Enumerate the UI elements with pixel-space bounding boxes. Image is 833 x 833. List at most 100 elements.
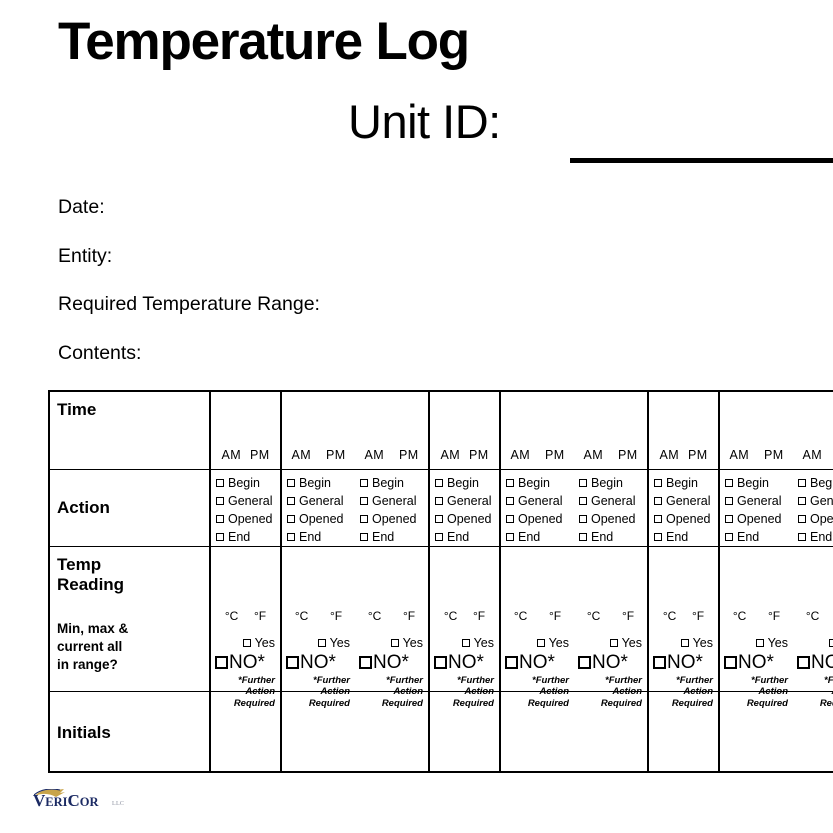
checkbox-row-no[interactable]: NO* — [574, 653, 642, 672]
checkbox-icon[interactable] — [360, 532, 368, 541]
checkbox-row-end[interactable]: End — [506, 529, 574, 547]
checkbox-icon[interactable] — [216, 496, 224, 505]
checkbox-row-end[interactable]: End — [725, 529, 793, 547]
checkbox-row-end[interactable]: End — [287, 529, 355, 547]
checkbox-icon[interactable] — [505, 655, 518, 669]
checkbox-row-no[interactable]: NO* — [430, 653, 494, 672]
checkbox-icon[interactable] — [579, 532, 587, 541]
checkbox-icon[interactable] — [536, 639, 545, 647]
checkbox-row-yes[interactable]: Yes — [574, 637, 642, 650]
checkbox-row-begin[interactable]: Begin — [725, 475, 793, 493]
checkbox-icon[interactable] — [654, 479, 662, 487]
checkbox-icon[interactable] — [360, 479, 368, 487]
checkbox-icon[interactable] — [654, 496, 662, 505]
checkbox-row-general[interactable]: General — [435, 493, 499, 511]
checkbox-row-general[interactable]: General — [287, 493, 355, 511]
initials-cell[interactable] — [793, 692, 833, 773]
checkbox-icon[interactable] — [653, 655, 666, 669]
checkbox-icon[interactable] — [216, 479, 224, 487]
checkbox-row-end[interactable]: End — [579, 529, 647, 547]
checkbox-row-begin[interactable]: Begin — [360, 475, 428, 493]
field-entity[interactable]: Entity: — [58, 246, 658, 267]
action-cell[interactable]: Begin General Opened End — [430, 470, 499, 546]
checkbox-icon[interactable] — [506, 496, 514, 505]
checkbox-icon[interactable] — [360, 514, 368, 523]
action-cell[interactable]: Begin General Opened End — [355, 470, 428, 546]
time-cell[interactable]: AM PM — [355, 392, 428, 469]
checkbox-row-begin[interactable]: Begin — [506, 475, 574, 493]
checkbox-row-yes[interactable]: Yes — [282, 637, 350, 650]
checkbox-icon[interactable] — [609, 639, 618, 647]
field-date[interactable]: Date: — [58, 197, 658, 218]
checkbox-icon[interactable] — [579, 479, 587, 487]
initials-cell[interactable] — [211, 692, 280, 773]
checkbox-row-opened[interactable]: Opened — [287, 511, 355, 529]
temp-cell[interactable]: °C °F Yes NO* *Further Action Required — [501, 547, 574, 709]
checkbox-row-yes[interactable]: Yes — [720, 637, 788, 650]
checkbox-row-begin[interactable]: Begin — [287, 475, 355, 493]
checkbox-icon[interactable] — [435, 496, 443, 505]
checkbox-row-end[interactable]: End — [216, 529, 280, 547]
checkbox-icon[interactable] — [435, 514, 443, 523]
temp-cell[interactable]: °C °F Yes NO* *Further Action Required — [430, 547, 499, 709]
initials-cell[interactable] — [720, 692, 793, 773]
checkbox-icon[interactable] — [506, 479, 514, 487]
checkbox-icon[interactable] — [506, 532, 514, 541]
checkbox-row-end[interactable]: End — [798, 529, 833, 547]
checkbox-icon[interactable] — [725, 479, 733, 487]
temp-cell[interactable]: °C °F Yes NO* *Further Action Required — [574, 547, 647, 709]
checkbox-row-end[interactable]: End — [360, 529, 428, 547]
checkbox-icon[interactable] — [435, 532, 443, 541]
checkbox-icon[interactable] — [435, 479, 443, 487]
checkbox-row-opened[interactable]: Opened — [725, 511, 793, 529]
temp-cell[interactable]: °C °F Yes NO* *Further Action Required — [720, 547, 793, 709]
checkbox-row-yes[interactable]: Yes — [793, 637, 833, 650]
time-cell[interactable]: AM PM — [501, 392, 574, 469]
checkbox-row-yes[interactable]: Yes — [211, 637, 275, 650]
initials-cell[interactable] — [282, 692, 355, 773]
checkbox-icon[interactable] — [215, 655, 228, 669]
checkbox-row-general[interactable]: General — [725, 493, 793, 511]
checkbox-icon[interactable] — [216, 514, 224, 523]
time-cell[interactable]: AM PM — [793, 392, 833, 469]
unit-id-write-in-line[interactable] — [570, 158, 833, 163]
checkbox-row-general[interactable]: General — [579, 493, 647, 511]
checkbox-row-yes[interactable]: Yes — [430, 637, 494, 650]
checkbox-icon[interactable] — [579, 514, 587, 523]
checkbox-row-opened[interactable]: Opened — [798, 511, 833, 529]
time-cell[interactable]: AM PM — [430, 392, 499, 469]
checkbox-row-opened[interactable]: Opened — [435, 511, 499, 529]
checkbox-icon[interactable] — [798, 532, 806, 541]
checkbox-icon[interactable] — [578, 655, 591, 669]
temp-cell[interactable]: °C °F Yes NO* *Further Action Required — [211, 547, 280, 709]
checkbox-icon[interactable] — [434, 655, 447, 669]
checkbox-row-yes[interactable]: Yes — [355, 637, 423, 650]
checkbox-row-no[interactable]: NO* — [355, 653, 423, 672]
time-cell[interactable]: AM PM — [574, 392, 647, 469]
checkbox-icon[interactable] — [755, 639, 764, 647]
time-cell[interactable]: AM PM — [282, 392, 355, 469]
initials-cell[interactable] — [574, 692, 647, 773]
initials-cell[interactable] — [649, 692, 718, 773]
checkbox-icon[interactable] — [359, 655, 372, 669]
checkbox-icon[interactable] — [287, 514, 295, 523]
initials-cell[interactable] — [355, 692, 428, 773]
checkbox-row-yes[interactable]: Yes — [649, 637, 713, 650]
checkbox-row-no[interactable]: NO* — [211, 653, 275, 672]
checkbox-icon[interactable] — [724, 655, 737, 669]
checkbox-row-opened[interactable]: Opened — [506, 511, 574, 529]
action-cell[interactable]: Begin General Opened End — [720, 470, 793, 546]
checkbox-row-no[interactable]: NO* — [720, 653, 788, 672]
checkbox-row-general[interactable]: General — [654, 493, 718, 511]
initials-cell[interactable] — [501, 692, 574, 773]
checkbox-row-general[interactable]: General — [798, 493, 833, 511]
checkbox-icon[interactable] — [287, 532, 295, 541]
action-cell[interactable]: Begin General Opened End — [282, 470, 355, 546]
temp-cell[interactable]: °C °F Yes NO* *Further Action Required — [282, 547, 355, 709]
checkbox-icon[interactable] — [798, 514, 806, 523]
initials-cell[interactable] — [430, 692, 499, 773]
checkbox-icon[interactable] — [360, 496, 368, 505]
checkbox-icon[interactable] — [242, 639, 251, 647]
checkbox-row-begin[interactable]: Begin — [654, 475, 718, 493]
checkbox-icon[interactable] — [725, 496, 733, 505]
